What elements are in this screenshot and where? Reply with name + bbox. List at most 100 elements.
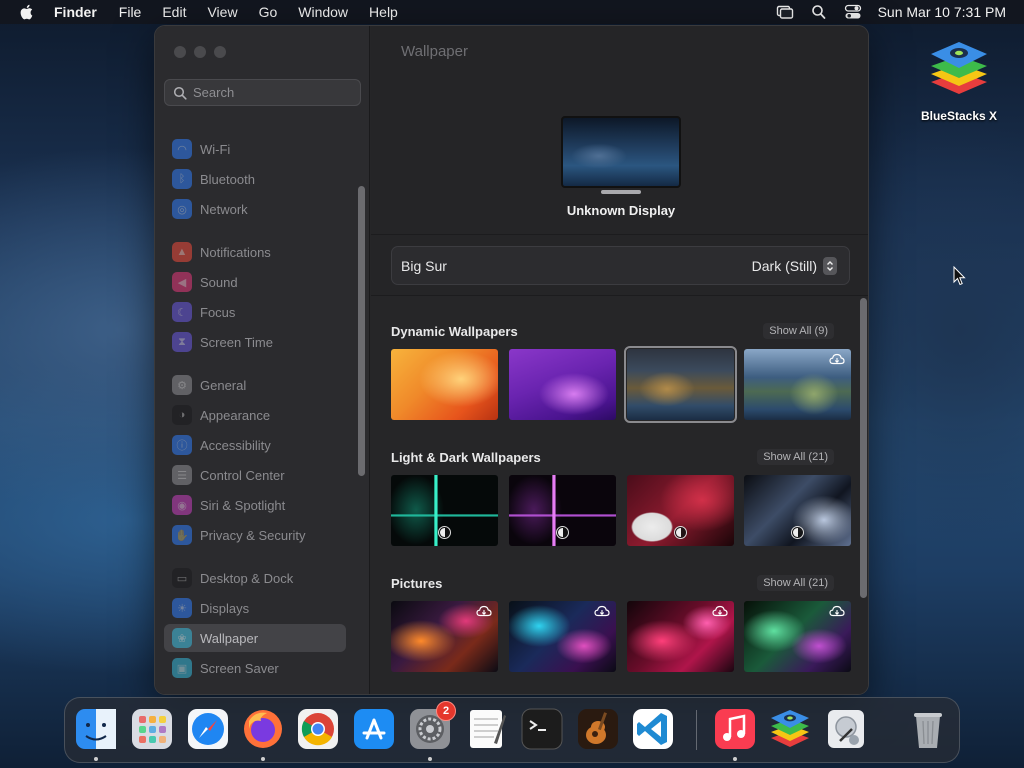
menu-go[interactable]: Go <box>259 4 278 20</box>
sidebar-item-label: General <box>200 377 247 393</box>
sidebar-item-label: Sound <box>200 274 238 290</box>
dock-app-bluestacks[interactable] <box>768 707 812 751</box>
sidebar-item-appearance[interactable]: ◑ Appearance <box>164 401 346 429</box>
wallpaper-thumbnail[interactable] <box>509 349 616 420</box>
sidebar-item-label: Focus <box>200 304 236 320</box>
menu-view[interactable]: View <box>207 4 237 20</box>
wifi-icon: ◠ <box>172 139 192 159</box>
apple-icon[interactable] <box>18 4 36 20</box>
minimize-window-button[interactable] <box>194 46 206 58</box>
menu-clock[interactable]: Sun Mar 10 7:31 PM <box>878 4 1006 20</box>
sidebar-item-control-center[interactable]: ☰ Control Center <box>164 461 346 489</box>
dock-app-terminal[interactable] <box>520 707 564 751</box>
vscode-icon <box>633 709 673 749</box>
dock-app-textedit[interactable] <box>464 707 508 751</box>
wallpaper-thumbnail[interactable] <box>509 601 616 672</box>
menu-edit[interactable]: Edit <box>162 4 186 20</box>
download-cloud-icon <box>476 605 492 617</box>
close-window-button[interactable] <box>174 46 186 58</box>
sidebar-item-screen-time[interactable]: ⧗ Screen Time <box>164 328 346 356</box>
desktop-icon-label: BlueStacks X <box>920 109 998 123</box>
garageband-icon <box>578 709 618 749</box>
appearance-mode-popup[interactable]: Dark (Still) <box>752 256 837 275</box>
sidebar-item-screen-saver[interactable]: ▣ Screen Saver <box>164 654 346 682</box>
divider <box>371 234 868 235</box>
sidebar-item-network[interactable]: ◎ Network <box>164 195 346 223</box>
running-indicator <box>733 757 737 761</box>
dock-icon: ▭ <box>172 568 192 588</box>
hourglass-icon: ⧗ <box>172 332 192 352</box>
sidebar-item-label: Control Center <box>200 467 285 483</box>
zoom-window-button[interactable] <box>214 46 226 58</box>
search-input[interactable] <box>193 85 353 100</box>
menu-app-name[interactable]: Finder <box>54 4 97 20</box>
terminal-icon <box>521 708 563 750</box>
show-all-button[interactable]: Show All (21) <box>757 575 834 591</box>
dock-app-visual-studio-code[interactable] <box>631 707 675 751</box>
dock-app-garageband[interactable] <box>576 707 620 751</box>
spotlight-search-icon[interactable] <box>810 4 828 20</box>
bell-icon: ▲ <box>172 242 192 262</box>
sidebar-item-desktop-dock[interactable]: ▭ Desktop & Dock <box>164 564 346 592</box>
sidebar-item-notifications[interactable]: ▲ Notifications <box>164 238 346 266</box>
menu-help[interactable]: Help <box>369 4 398 20</box>
sidebar-item-sound[interactable]: ◀ Sound <box>164 268 346 296</box>
wallpaper-thumbnail[interactable] <box>744 475 851 546</box>
control-center-icon[interactable] <box>844 4 862 20</box>
show-all-button[interactable]: Show All (21) <box>757 449 834 465</box>
sidebar-item-wi-fi[interactable]: ◠ Wi-Fi <box>164 135 346 163</box>
sidebar-scrollbar[interactable] <box>358 186 365 476</box>
sidebar-item-accessibility[interactable]: ⓘ Accessibility <box>164 431 346 459</box>
wallpaper-thumbnail[interactable] <box>627 475 734 546</box>
wallpaper-thumbnail[interactable] <box>627 601 734 672</box>
dock-app-safari[interactable] <box>186 707 230 751</box>
sidebar-item-label: Notifications <box>200 244 271 260</box>
wallpaper-thumbnail[interactable] <box>509 475 616 546</box>
dock-app-app-store[interactable] <box>352 707 396 751</box>
gallery-scrollbar[interactable] <box>860 298 867 598</box>
show-all-button[interactable]: Show All (9) <box>763 323 834 339</box>
screen-saver-icon: ▣ <box>172 658 192 678</box>
dock-app-finder[interactable] <box>74 707 118 751</box>
dock-app-system-settings[interactable]: 2 <box>408 701 456 751</box>
wallpaper-thumbnail[interactable] <box>744 601 851 672</box>
sidebar-item-wallpaper[interactable]: ❀ Wallpaper <box>164 624 346 652</box>
sidebar-item-privacy-security[interactable]: ✋ Privacy & Security <box>164 521 346 549</box>
sidebar-item-general[interactable]: ⚙ General <box>164 371 346 399</box>
dock-app-chrome[interactable] <box>296 707 340 751</box>
sidebar-item-label: Displays <box>200 600 250 616</box>
wallpaper-thumbnail[interactable] <box>744 349 851 420</box>
sidebar-item-label: Bluetooth <box>200 171 255 187</box>
wallpaper-thumbnail[interactable] <box>391 475 498 546</box>
wallpaper-thumbnail[interactable] <box>391 601 498 672</box>
bluetooth-icon: ᛒ <box>172 169 192 189</box>
sun-icon: ☀ <box>172 598 192 618</box>
sidebar-item-label: Screen Saver <box>200 660 279 676</box>
search-icon <box>173 86 187 100</box>
dock-app-disk-utility[interactable] <box>824 707 868 751</box>
menu-file[interactable]: File <box>119 4 142 20</box>
light-dark-badge-icon <box>674 526 687 539</box>
safari-icon <box>188 709 228 749</box>
wallpaper-thumbnail-selected[interactable] <box>624 346 737 423</box>
dock-app-trash[interactable] <box>906 707 950 751</box>
appearance-icon: ◑ <box>172 405 192 425</box>
desktop-bluestacks-x[interactable]: BlueStacks X <box>914 36 1004 123</box>
download-cloud-icon <box>829 353 845 365</box>
dock-app-firefox[interactable] <box>241 707 285 751</box>
menu-window[interactable]: Window <box>298 4 348 20</box>
dock-app-music[interactable] <box>713 707 757 751</box>
sidebar-item-displays[interactable]: ☀ Displays <box>164 594 346 622</box>
dock-app-launchpad[interactable] <box>130 707 174 751</box>
sidebar-item-bluetooth[interactable]: ᛒ Bluetooth <box>164 165 346 193</box>
wallpaper-thumbnail[interactable] <box>391 349 498 420</box>
search-field[interactable] <box>164 79 361 106</box>
sidebar-item-focus[interactable]: ☾ Focus <box>164 298 346 326</box>
wallpaper-gallery: Dynamic Wallpapers Show All (9) Light & … <box>371 296 868 694</box>
sidebar-item-siri-spotlight[interactable]: ◉ Siri & Spotlight <box>164 491 346 519</box>
running-indicator <box>94 757 98 761</box>
screen-mirroring-icon[interactable] <box>776 4 794 20</box>
control-center-icon: ☰ <box>172 465 192 485</box>
sidebar-item-label: Network <box>200 201 248 217</box>
finder-icon <box>76 709 116 749</box>
